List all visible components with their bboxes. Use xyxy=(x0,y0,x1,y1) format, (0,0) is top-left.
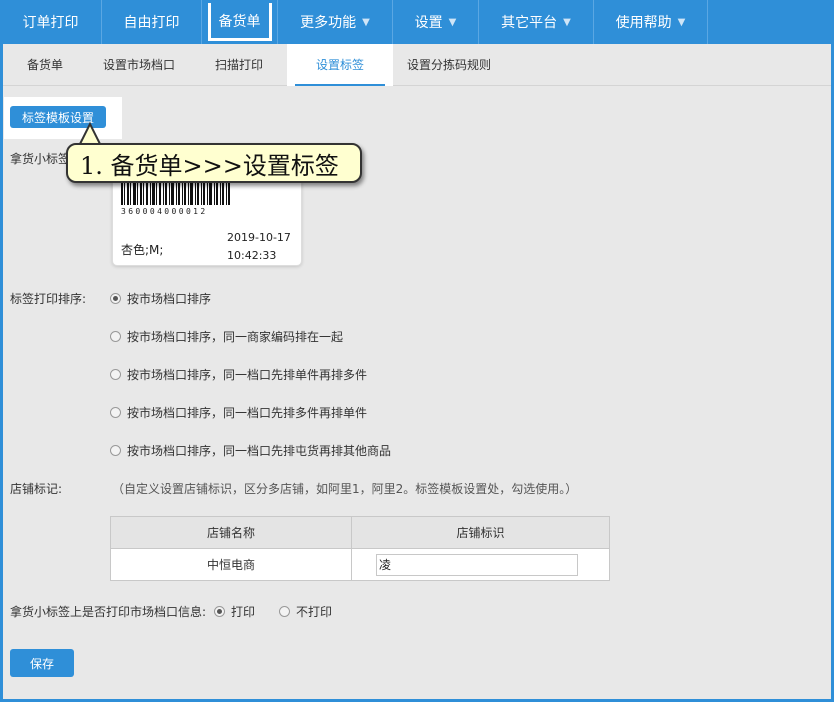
label-time: 10:42:33 xyxy=(227,249,277,262)
top-nav: 订单打印 自由打印 备货单 更多功能 ▼ 设置 ▼ 其它平台 ▼ 使用帮助 ▼ xyxy=(0,0,834,44)
sub-nav: 备货单 设置市场档口 扫描打印 设置标签 设置分拣码规则 xyxy=(3,43,831,86)
sort-option-radio[interactable]: 按市场档口排序，同一档口先排单件再排多件 xyxy=(110,366,367,383)
option-label: 按市场档口排序，同一商家编码排在一起 xyxy=(127,330,344,344)
shop-mark-label: 店铺标记: xyxy=(10,482,63,496)
radio-button[interactable] xyxy=(110,293,121,304)
chevron-down-icon: ▼ xyxy=(563,16,571,28)
label-attributes: 杏色;M; xyxy=(121,243,164,257)
tab-market-stall[interactable]: 设置市场档口 xyxy=(87,44,191,86)
radio-button[interactable] xyxy=(279,606,290,617)
option-label: 打印 xyxy=(231,605,256,619)
nav-stock-list[interactable]: 备货单 xyxy=(202,0,278,44)
print-market-label: 拿货小标签上是否打印市场档口信息: xyxy=(10,605,207,619)
shop-mark-hint: （自定义设置店铺标识，区分多店铺，如阿里1，阿里2。标签模板设置处，勾选使用。） xyxy=(112,482,578,496)
option-label: 按市场档口排序，同一档口先排屯货再排其他商品 xyxy=(127,444,392,458)
print-market-radio-no[interactable]: 不打印 xyxy=(279,603,332,620)
nav-label: 更多功能 xyxy=(300,15,357,31)
nav-label: 备货单 xyxy=(207,3,272,41)
print-market-radio-yes[interactable]: 打印 xyxy=(214,603,255,620)
option-label: 按市场档口排序，同一档口先排多件再排单件 xyxy=(127,406,368,420)
chevron-down-icon: ▼ xyxy=(448,16,457,28)
label-date: 2019-10-17 xyxy=(227,231,291,244)
barcode-number: 360004000012 xyxy=(121,207,208,216)
option-label: 不打印 xyxy=(296,605,333,619)
instruction-callout: 1. 备货单>>>设置标签 xyxy=(66,143,362,183)
radio-button[interactable] xyxy=(110,331,121,342)
column-header: 店铺名称 xyxy=(110,516,352,549)
shop-name-cell: 中恒电商 xyxy=(110,548,352,581)
shop-mark-cell xyxy=(351,548,610,581)
sort-option-radio[interactable]: 按市场档口排序，同一商家编码排在一起 xyxy=(110,328,343,345)
nav-other-platforms[interactable]: 其它平台 ▼ xyxy=(479,0,594,44)
nav-label: 自由打印 xyxy=(123,15,180,31)
tab-label: 设置市场档口 xyxy=(103,58,176,72)
tab-scan-print[interactable]: 扫描打印 xyxy=(191,44,287,86)
radio-button[interactable] xyxy=(110,445,121,456)
shop-mark-table: 店铺名称 店铺标识 中恒电商 xyxy=(110,516,610,581)
tab-label: 设置标签 xyxy=(316,58,365,72)
save-button[interactable]: 保存 xyxy=(10,649,74,677)
nav-help[interactable]: 使用帮助 ▼ xyxy=(594,0,708,44)
option-label: 按市场档口排序 xyxy=(127,292,212,306)
app-frame xyxy=(0,0,834,702)
option-label: 按市场档口排序，同一档口先排单件再排多件 xyxy=(127,368,368,382)
sort-option-radio[interactable]: 按市场档口排序，同一档口先排屯货再排其他商品 xyxy=(110,442,391,459)
table-row: 中恒电商 xyxy=(110,548,610,581)
nav-label: 其它平台 xyxy=(501,15,558,31)
radio-button[interactable] xyxy=(110,407,121,418)
tab-label: 备货单 xyxy=(27,58,64,72)
sort-option-radio[interactable]: 按市场档口排序 xyxy=(110,290,211,307)
chevron-down-icon: ▼ xyxy=(677,16,686,28)
tab-label: 设置分拣码规则 xyxy=(407,58,492,72)
tab-stock-list[interactable]: 备货单 xyxy=(3,44,87,86)
nav-label: 订单打印 xyxy=(22,15,79,31)
table-header-row: 店铺名称 店铺标识 xyxy=(110,516,610,549)
nav-more-features[interactable]: 更多功能 ▼ xyxy=(278,0,393,44)
radio-button[interactable] xyxy=(110,369,121,380)
nav-settings[interactable]: 设置 ▼ xyxy=(393,0,479,44)
radio-button[interactable] xyxy=(214,606,225,617)
nav-order-print[interactable]: 订单打印 xyxy=(0,0,102,44)
tab-label-settings[interactable]: 设置标签 xyxy=(287,43,394,86)
column-header: 店铺标识 xyxy=(351,516,610,549)
nav-label: 设置 xyxy=(414,15,443,31)
nav-free-print[interactable]: 自由打印 xyxy=(102,0,202,44)
label-preview-title: 拿货小标签 xyxy=(10,152,71,166)
tab-sorting-code-rules[interactable]: 设置分拣码规则 xyxy=(393,44,505,86)
shop-mark-input[interactable] xyxy=(376,553,578,576)
sort-label: 标签打印排序: xyxy=(10,292,87,306)
tab-label: 扫描打印 xyxy=(215,58,264,72)
chevron-down-icon: ▼ xyxy=(362,16,370,28)
nav-label: 使用帮助 xyxy=(615,15,672,31)
sort-option-radio[interactable]: 按市场档口排序，同一档口先排多件再排单件 xyxy=(110,404,367,421)
